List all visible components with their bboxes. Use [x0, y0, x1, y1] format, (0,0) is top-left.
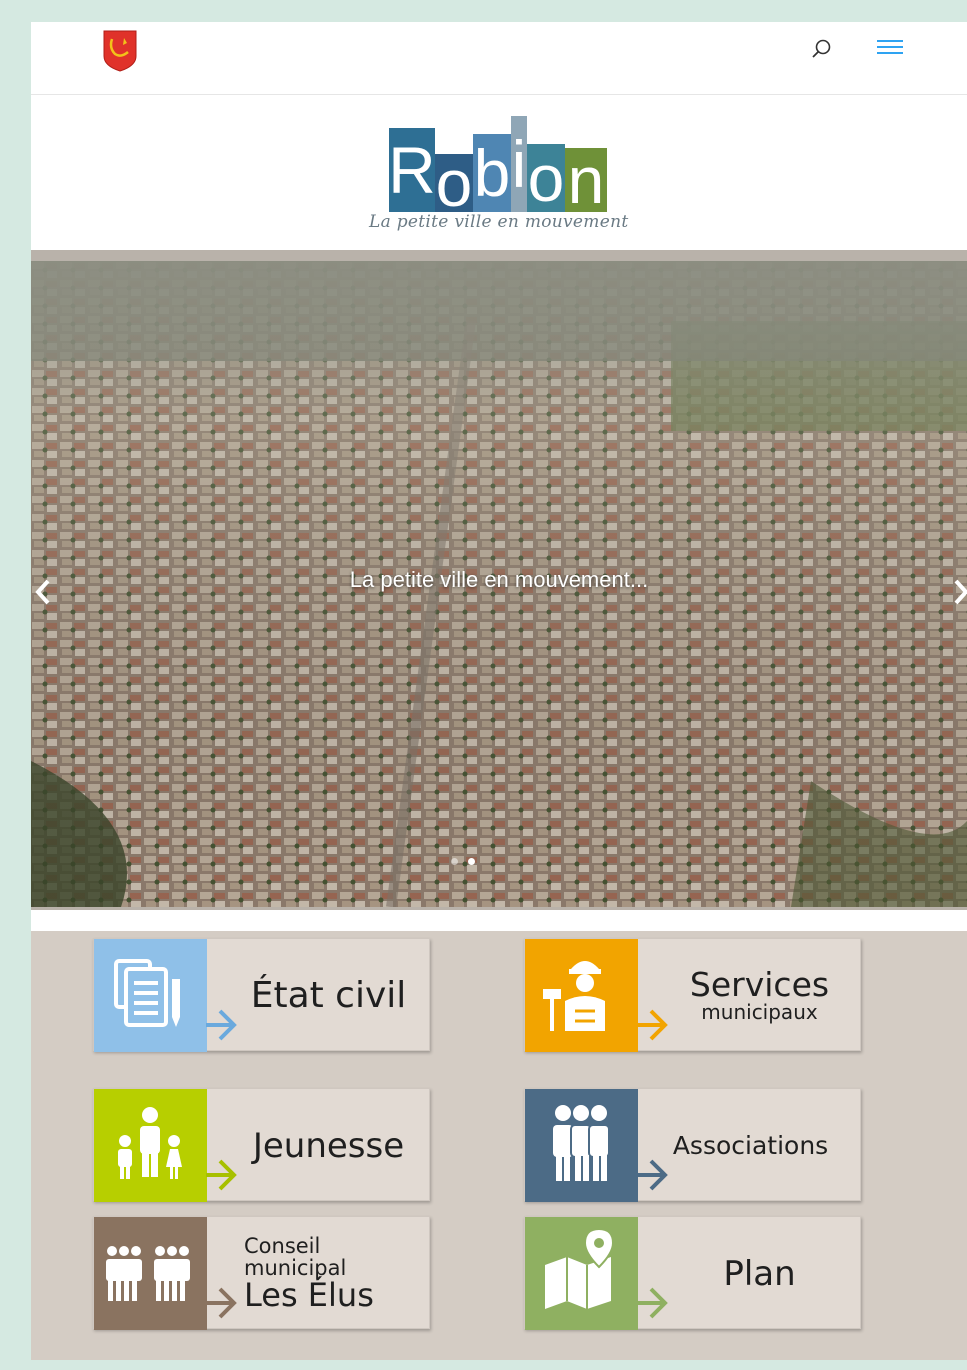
tile-label: État civil — [250, 974, 407, 1016]
logo-wordmark: R o b i o n — [388, 116, 607, 220]
slider-pagination — [451, 858, 475, 865]
site-logo[interactable]: R o b i o n La petite ville en mouvement — [361, 110, 641, 240]
council-icon — [94, 1217, 207, 1330]
tile-associations[interactable]: Associations — [524, 1088, 861, 1202]
logo-letter: n — [565, 147, 607, 213]
tile-plan[interactable]: Plan — [524, 1216, 861, 1330]
documents-icon — [94, 939, 207, 1052]
logo-letter: o — [435, 146, 473, 220]
slider-dot-active[interactable] — [468, 858, 475, 865]
tile-label: Associations — [672, 1131, 829, 1160]
tile-label: Jeunesse — [252, 1125, 405, 1166]
logo-letter: R — [388, 128, 436, 212]
logo-letter: b — [473, 134, 511, 212]
hero-slider: La petite ville en mouvement... — [31, 250, 967, 910]
map-pin-icon — [525, 1217, 638, 1330]
logo-letter: i — [511, 116, 527, 212]
tile-label-line2: municipaux — [701, 1000, 818, 1025]
page: R o b i o n La petite ville en mouvement — [31, 22, 967, 1360]
site-header — [31, 22, 967, 95]
family-icon — [94, 1089, 207, 1202]
tile-conseil-municipal[interactable]: Conseil municipal Les Élus — [93, 1216, 430, 1330]
worker-icon — [525, 939, 638, 1052]
quick-links-area: État civil Services municipaux Jeunesse … — [31, 928, 967, 1360]
arrow-icon — [206, 1287, 237, 1319]
tile-label-line3: Les Élus — [244, 1275, 374, 1314]
tile-etat-civil[interactable]: État civil — [93, 938, 430, 1052]
tile-services-municipaux[interactable]: Services municipaux — [524, 938, 861, 1052]
hamburger-menu-icon[interactable] — [877, 37, 903, 59]
logo-letter: o — [527, 141, 565, 215]
search-icon[interactable] — [811, 38, 833, 60]
tile-label: Plan — [723, 1253, 796, 1294]
logo-tagline: La petite ville en mouvement — [369, 212, 629, 232]
slider-dot[interactable] — [451, 858, 458, 865]
tile-jeunesse[interactable]: Jeunesse — [93, 1088, 430, 1202]
red-shield-crest-icon[interactable] — [103, 30, 137, 72]
group-icon — [525, 1089, 638, 1202]
chevron-right-icon[interactable] — [949, 577, 967, 607]
tile-label-line1: Services — [689, 964, 830, 1004]
chevron-left-icon[interactable] — [33, 577, 55, 607]
tile-label-line1: Conseil — [244, 1233, 321, 1258]
slide-caption: La petite ville en mouvement... — [349, 567, 649, 592]
